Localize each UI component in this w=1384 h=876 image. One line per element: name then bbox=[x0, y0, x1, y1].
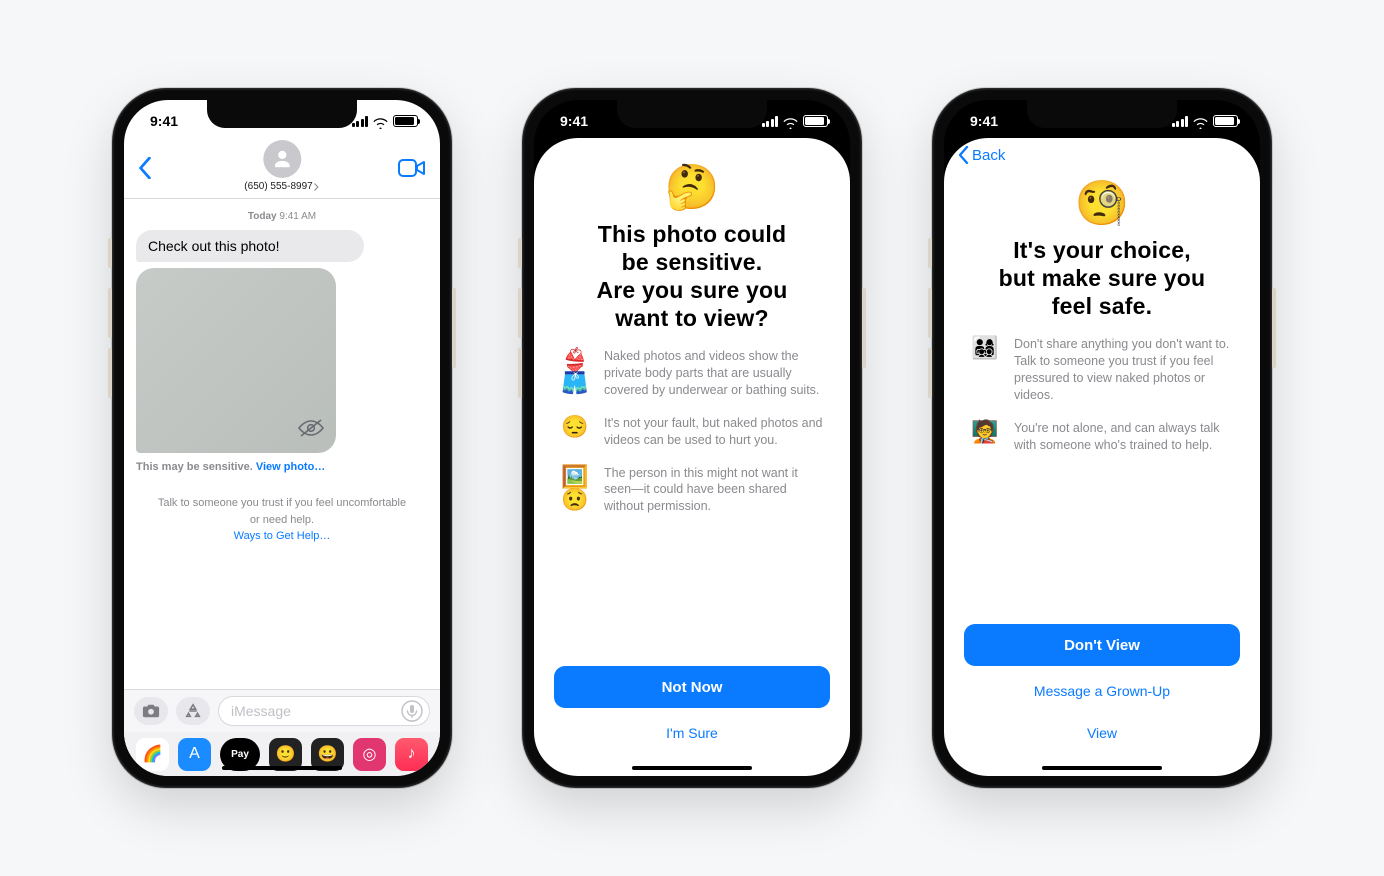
dont-view-button[interactable]: Don't View bbox=[964, 624, 1240, 666]
bullet-item: 🧑‍🏫 You're not alone, and can always tal… bbox=[970, 420, 1234, 454]
message-input[interactable]: iMessage bbox=[218, 696, 430, 726]
thinking-face-icon: 🤔 bbox=[564, 166, 820, 210]
wifi-icon bbox=[783, 116, 798, 127]
bullet-item: 👨‍👩‍👧‍👦 Don't share anything you don't w… bbox=[970, 336, 1234, 404]
camera-button[interactable] bbox=[134, 697, 168, 725]
hero: 🤔 This photo could be sensitive. Are you… bbox=[534, 138, 850, 332]
iphone-frame-1: 9:41 (650) 555-8997 bbox=[112, 88, 452, 788]
notch bbox=[617, 100, 767, 128]
message-grownup-button[interactable]: Message a Grown-Up bbox=[1034, 674, 1170, 708]
screen-sensitive-warning: 9:41 🤔 This photo could be sensitive. Ar… bbox=[534, 100, 850, 776]
choice-sheet: Back 🧐 It's your choice, but make sure y… bbox=[944, 138, 1260, 776]
contact-number: (650) 555-8997 bbox=[244, 181, 312, 192]
conversation: Today 9:41 AM Check out this photo! This… bbox=[124, 199, 440, 670]
bullet-item: 🖼️😟 The person in this might not want it… bbox=[560, 465, 824, 516]
warning-sheet: 🤔 This photo could be sensitive. Are you… bbox=[534, 138, 850, 776]
action-buttons: Not Now I'm Sure bbox=[554, 666, 830, 750]
battery-icon bbox=[393, 115, 418, 127]
back-icon[interactable] bbox=[138, 157, 152, 184]
message-bubble: Check out this photo! bbox=[136, 230, 364, 262]
music-app-icon[interactable]: ♪ bbox=[395, 738, 428, 771]
family-icon: 👨‍👩‍👧‍👦 bbox=[970, 336, 1000, 359]
help-text: Talk to someone you trust if you feel un… bbox=[136, 495, 428, 545]
home-indicator[interactable] bbox=[632, 766, 752, 770]
hidden-eye-icon bbox=[298, 418, 324, 443]
iphone-frame-2: 9:41 🤔 This photo could be sensitive. Ar… bbox=[522, 88, 862, 788]
view-photo-link[interactable]: View photo… bbox=[256, 461, 325, 473]
facetime-icon[interactable] bbox=[398, 158, 426, 183]
dictation-icon[interactable] bbox=[401, 700, 423, 722]
battery-icon bbox=[1213, 115, 1238, 127]
battery-icon bbox=[803, 115, 828, 127]
swimsuit-icon: 👙🩳 bbox=[560, 348, 590, 394]
choice-bullets: 👨‍👩‍👧‍👦 Don't share anything you don't w… bbox=[944, 320, 1260, 453]
view-button[interactable]: View bbox=[1087, 716, 1117, 750]
wifi-icon bbox=[373, 116, 388, 127]
picture-frame-icon: 🖼️😟 bbox=[560, 465, 590, 511]
notch bbox=[1027, 100, 1177, 128]
screen-your-choice: 9:41 Back 🧐 It's your choice, but make s… bbox=[944, 100, 1260, 776]
home-indicator[interactable] bbox=[1042, 766, 1162, 770]
warning-bullets: 👙🩳 Naked photos and videos show the priv… bbox=[534, 332, 850, 515]
not-now-button[interactable]: Not Now bbox=[554, 666, 830, 708]
back-button[interactable]: Back bbox=[958, 146, 1005, 164]
home-indicator[interactable] bbox=[222, 766, 342, 770]
photos-app-icon[interactable]: 🌈 bbox=[136, 738, 169, 771]
find-app-icon[interactable]: ◎ bbox=[353, 738, 386, 771]
messages-nav: (650) 555-8997 bbox=[124, 142, 440, 198]
status-time: 9:41 bbox=[560, 113, 588, 129]
appstore-app-icon[interactable]: A bbox=[178, 738, 211, 771]
status-time: 9:41 bbox=[970, 113, 998, 129]
notch bbox=[207, 100, 357, 128]
message-timestamp: Today 9:41 AM bbox=[136, 211, 428, 222]
status-time: 9:41 bbox=[150, 113, 178, 129]
choice-headline: It's your choice, but make sure you feel… bbox=[974, 236, 1230, 320]
sheet-nav: Back bbox=[944, 138, 1260, 172]
message-input-bar: iMessage bbox=[124, 689, 440, 732]
contact-header[interactable]: (650) 555-8997 bbox=[244, 140, 319, 192]
im-sure-button[interactable]: I'm Sure bbox=[666, 716, 718, 750]
monocle-face-icon: 🧐 bbox=[974, 182, 1230, 226]
teacher-icon: 🧑‍🏫 bbox=[970, 420, 1000, 443]
warning-headline: This photo could be sensitive. Are you s… bbox=[564, 220, 820, 332]
hero: 🧐 It's your choice, but make sure you fe… bbox=[944, 172, 1260, 320]
sad-face-icon: 😔 bbox=[560, 415, 590, 438]
blurred-image[interactable] bbox=[136, 268, 336, 453]
input-placeholder: iMessage bbox=[231, 703, 291, 719]
iphone-frame-3: 9:41 Back 🧐 It's your choice, but make s… bbox=[932, 88, 1272, 788]
avatar-icon bbox=[263, 140, 301, 178]
app-store-button[interactable] bbox=[176, 697, 210, 725]
bullet-item: 👙🩳 Naked photos and videos show the priv… bbox=[560, 348, 824, 399]
screen-messages: 9:41 (650) 555-8997 bbox=[124, 100, 440, 776]
ways-to-get-help-link[interactable]: Ways to Get Help… bbox=[156, 528, 408, 545]
bullet-item: 😔 It's not your fault, but naked photos … bbox=[560, 415, 824, 449]
action-buttons: Don't View Message a Grown-Up View bbox=[964, 624, 1240, 750]
wifi-icon bbox=[1193, 116, 1208, 127]
sensitive-warning: This may be sensitive. View photo… bbox=[136, 461, 428, 473]
